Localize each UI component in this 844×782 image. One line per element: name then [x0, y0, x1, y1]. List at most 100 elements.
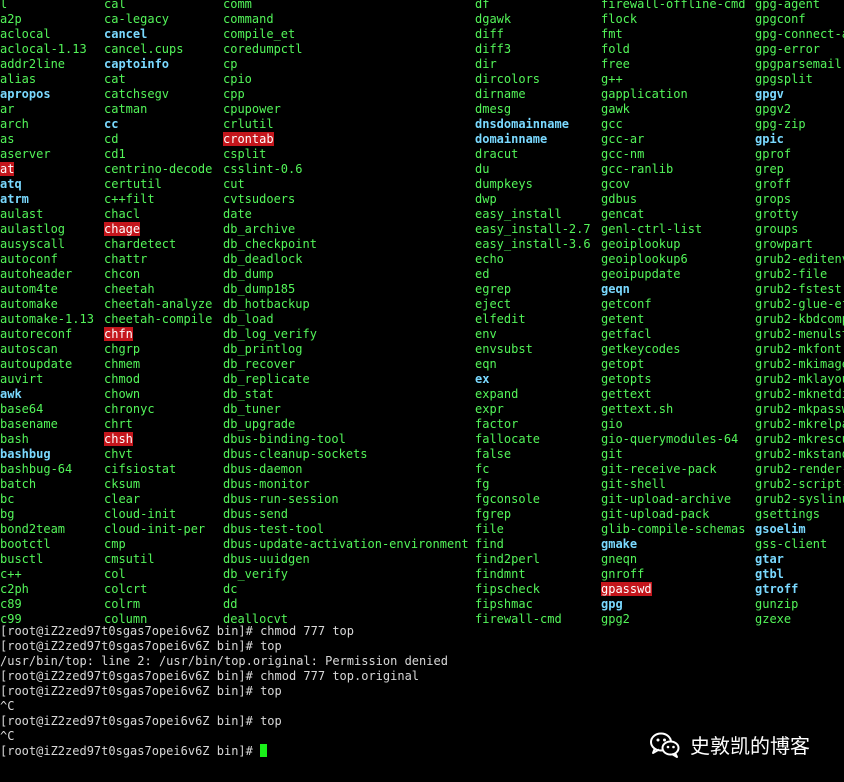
file-name: gpgconf — [755, 12, 806, 26]
file-name: geoiplookup6 — [601, 252, 688, 266]
file-name: grep — [755, 162, 784, 176]
file-entry: grub2-mklayout — [755, 372, 844, 387]
file-name: grub2-mkstandalone — [755, 447, 844, 461]
file-entry: cancel — [104, 27, 212, 42]
file-entry: gpgsplit — [755, 72, 844, 87]
file-entry: fmt — [601, 27, 746, 42]
file-name: dbus-update-activation-environment — [223, 537, 469, 551]
file-entry: gpg-error — [755, 42, 844, 57]
command-line: [root@iZ2zed97t0sgas7opei6v6Z bin]# top — [0, 684, 282, 698]
file-name: grub2-mkpasswd-pbkdf2 — [755, 402, 844, 416]
file-name: fgrep — [475, 507, 512, 521]
file-entry: cal — [104, 0, 212, 12]
file-name: gzexe — [755, 612, 792, 626]
file-entry: l — [0, 0, 94, 12]
file-name: alias — [0, 72, 37, 86]
file-name: grops — [755, 192, 792, 206]
file-entry: du — [475, 162, 591, 177]
file-name: gpg-zip — [755, 117, 806, 131]
file-entry: arch — [0, 117, 94, 132]
file-entry: expand — [475, 387, 591, 402]
file-entry: awk — [0, 387, 94, 402]
file-entry: ar — [0, 102, 94, 117]
file-entry: gsoelim — [755, 522, 844, 537]
file-entry: bg — [0, 507, 94, 522]
file-name: fc — [475, 462, 490, 476]
file-entry: catchsegv — [104, 87, 212, 102]
file-name: chattr — [104, 252, 148, 266]
file-name: bootctl — [0, 537, 51, 551]
prompt-line[interactable]: [root@iZ2zed97t0sgas7opei6v6Z bin]# — [0, 744, 448, 759]
file-name: colrm — [104, 597, 141, 611]
file-entry: ausyscall — [0, 237, 94, 252]
file-name: easy_install — [475, 207, 562, 221]
file-entry: db_checkpoint — [223, 237, 469, 252]
file-name: db_tuner — [223, 402, 281, 416]
file-name: eject — [475, 297, 512, 311]
file-entry: fgrep — [475, 507, 591, 522]
file-entry: fipscheck — [475, 582, 591, 597]
file-name: getfacl — [601, 327, 652, 341]
file-entry: chattr — [104, 252, 212, 267]
file-entry: gcov — [601, 177, 746, 192]
file-entry: fc — [475, 462, 591, 477]
command-line: [root@iZ2zed97t0sgas7opei6v6Z bin]# chmo… — [0, 624, 355, 638]
file-name: diff3 — [475, 42, 512, 56]
file-entry: gneqn — [601, 552, 746, 567]
file-entry: busctl — [0, 552, 94, 567]
file-entry: getopts — [601, 372, 746, 387]
file-name: gcc-ranlib — [601, 162, 674, 176]
file-entry: grub2-syslinux2cfg — [755, 492, 844, 507]
file-entry: cc — [104, 117, 212, 132]
file-name: groups — [755, 222, 799, 236]
file-entry: grub2-editenv — [755, 252, 844, 267]
file-entry: chown — [104, 387, 212, 402]
file-entry: envsubst — [475, 342, 591, 357]
file-name: batch — [0, 477, 37, 491]
file-name: git-receive-pack — [601, 462, 717, 476]
file-name: db_dump185 — [223, 282, 296, 296]
file-name: git — [601, 447, 623, 461]
file-entry: fgconsole — [475, 492, 591, 507]
file-name: a2p — [0, 12, 22, 26]
file-name: aulast — [0, 207, 44, 221]
file-entry: cheetah — [104, 282, 212, 297]
command-line: [root@iZ2zed97t0sgas7opei6v6Z bin]# top — [0, 639, 282, 653]
command-history: [root@iZ2zed97t0sgas7opei6v6Z bin]# chmo… — [0, 624, 448, 759]
file-name: gprof — [755, 147, 792, 161]
file-entry: easy_install — [475, 207, 591, 222]
terminal-window[interactable]: l a2p aclocal aclocal-1.13 addr2line alias apr… — [0, 0, 844, 782]
file-name: catchsegv — [104, 87, 170, 101]
file-name: genl-ctrl-list — [601, 222, 703, 236]
file-name: dd — [223, 597, 238, 611]
file-entry: dbus-uuidgen — [223, 552, 469, 567]
file-name: chfn — [104, 327, 133, 341]
file-entry: dirname — [475, 87, 591, 102]
file-entry: autom4te — [0, 282, 94, 297]
file-entry: grub2-mkstandalone — [755, 447, 844, 462]
file-name: grub2-mkrescue — [755, 432, 844, 446]
file-entry: col — [104, 567, 212, 582]
file-entry: basename — [0, 417, 94, 432]
file-entry: gss-client — [755, 537, 844, 552]
file-name: getopts — [601, 372, 652, 386]
file-entry: autoconf — [0, 252, 94, 267]
file-entry: groff — [755, 177, 844, 192]
file-name: grotty — [755, 207, 799, 221]
file-name: gpgv — [755, 87, 784, 101]
file-entry: false — [475, 447, 591, 462]
file-name: atrm — [0, 192, 29, 206]
file-entry: geoiplookup6 — [601, 252, 746, 267]
file-entry: gcc-ar — [601, 132, 746, 147]
file-name: dracut — [475, 147, 519, 161]
file-name: gpg-agent — [755, 0, 821, 11]
file-entry: aulast — [0, 207, 94, 222]
file-entry: cmsutil — [104, 552, 212, 567]
file-name: gunzip — [755, 597, 799, 611]
file-name: gtroff — [755, 582, 799, 596]
file-entry: firewall-offline-cmd — [601, 0, 746, 12]
file-name: aclocal — [0, 27, 51, 41]
file-name: captoinfo — [104, 57, 170, 71]
file-name: dc — [223, 582, 238, 596]
file-name: cat — [104, 72, 126, 86]
